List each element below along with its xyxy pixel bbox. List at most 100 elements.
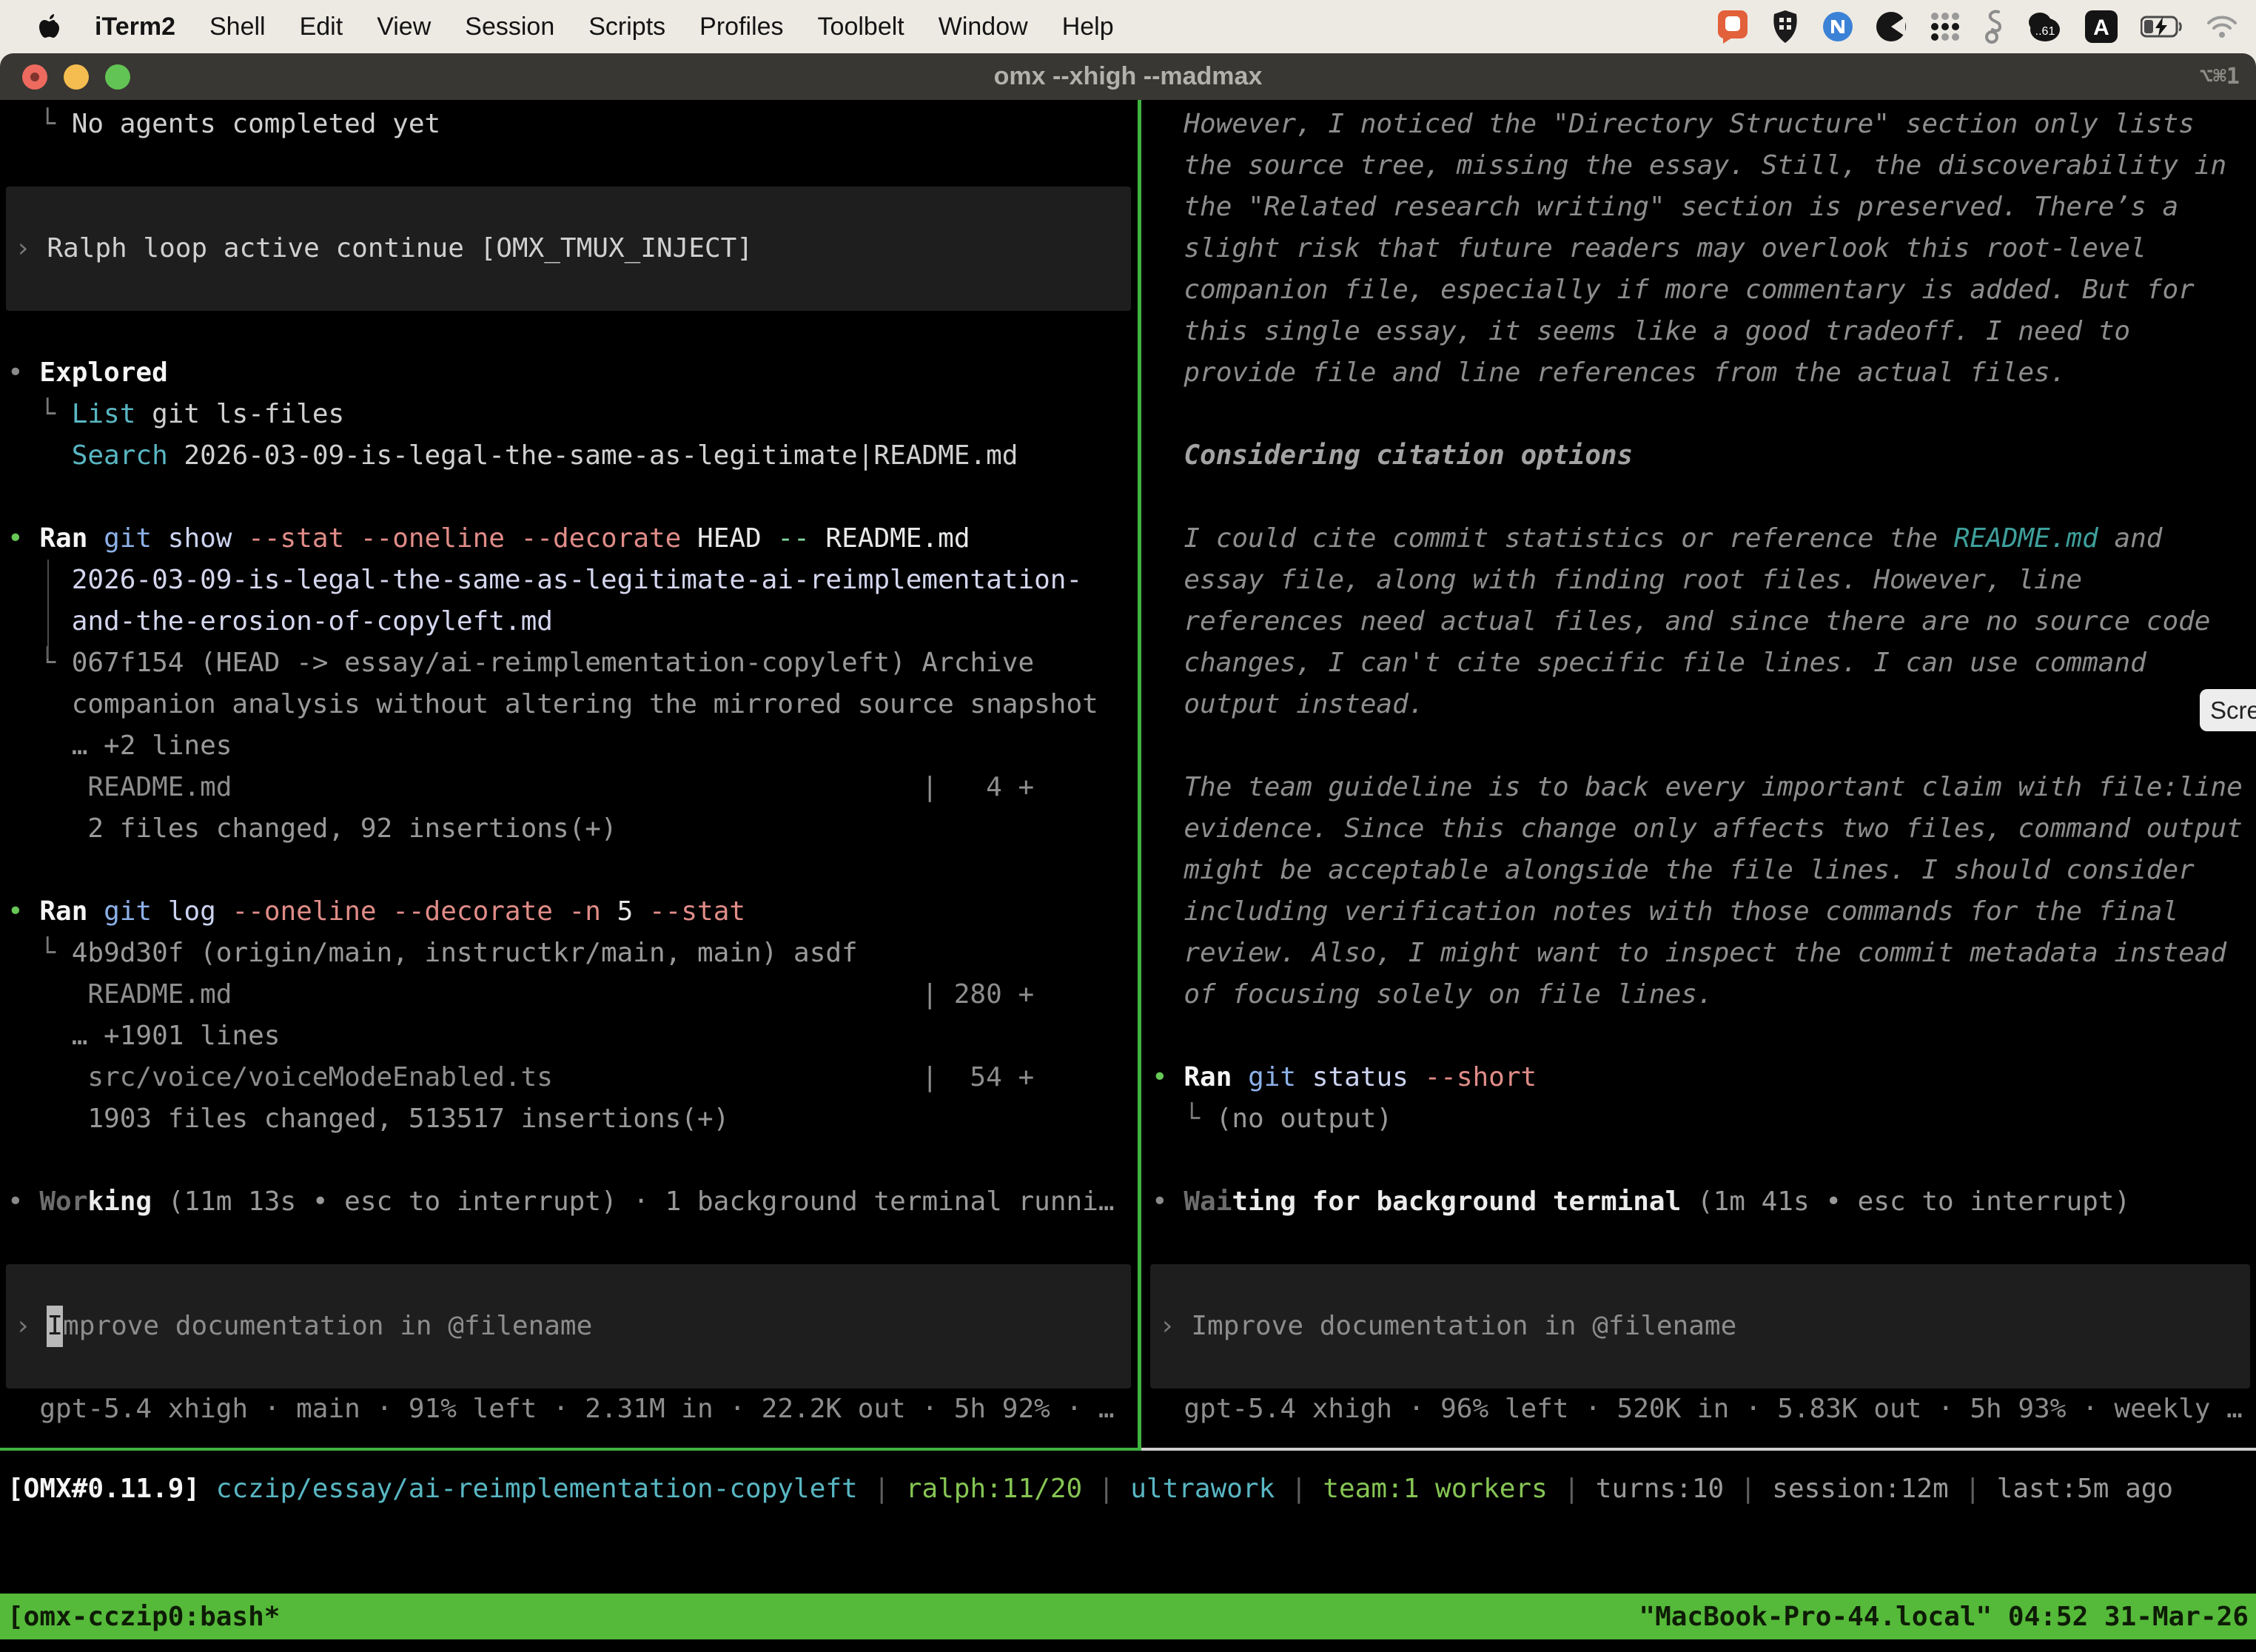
menu-item-toolbelt[interactable]: Toolbelt [818, 13, 904, 41]
no-output-text: (no output) [1216, 1104, 1392, 1134]
tree-guide-line [47, 560, 49, 659]
working-status-line: • Working (11m 13s • esc to interrupt) ·… [7, 1181, 1138, 1223]
bullet-icon: • [1152, 1062, 1184, 1092]
bullet-icon: • [7, 357, 39, 388]
chevron-icon: › [15, 233, 47, 263]
menu-item-session[interactable]: Session [465, 13, 554, 41]
tmux-pane-left: └ No agents completed yet › Ralph loop a… [0, 100, 1138, 1451]
tmux-session-window[interactable]: [omx-cczip0:bash* [7, 1602, 280, 1632]
menu-bar: iTerm2 Shell Edit View Session Scripts P… [0, 0, 2256, 53]
explored-title: Explored [39, 357, 167, 388]
notch-circle-icon[interactable] [1876, 9, 1907, 44]
menu-item-help[interactable]: Help [1062, 13, 1114, 41]
thinking-heading: Considering citation options [1152, 435, 2256, 477]
omx-branch-path: cczip/essay/ai-reimplementation-copyleft [200, 1474, 858, 1504]
prompt-chevron-icon: › [1159, 1311, 1191, 1341]
prompt-placeholder: Improve documentation in @filename [1191, 1311, 1736, 1341]
search-verb: Search [7, 440, 168, 471]
tmux-pane-right: However, I noticed the "Directory Struct… [1144, 100, 2256, 1451]
thinking-text: I could cite commit statistics or refere… [1152, 518, 2256, 560]
agents-status-text: No agents completed yet [72, 109, 441, 139]
list-verb: List [72, 399, 136, 429]
pane-border-active [0, 1448, 1141, 1451]
command-arg-wrap: and-the-erosion-of-copyleft.md [7, 601, 1138, 642]
menu-item-scripts[interactable]: Scripts [588, 13, 665, 41]
tmux-status-bar: [omx-cczip0:bash* "MacBook-Pro-44.local"… [0, 1594, 2256, 1639]
ran-label: Ran [39, 523, 87, 554]
ran-git-log-line: • Ran git log --oneline --decorate -n 5 … [7, 891, 1138, 933]
screen-record-icon[interactable] [1717, 9, 1748, 44]
a-key-icon[interactable]: A [2084, 9, 2118, 44]
omx-version: [OMX#0.11.9] [7, 1474, 200, 1504]
thinking-text: this single essay, it seems like a good … [1152, 311, 2256, 352]
diffstat-line: README.md | 280 + [7, 974, 1138, 1015]
menu-item-view[interactable]: View [377, 13, 431, 41]
tmux-host-clock: "MacBook-Pro-44.local" 04:52 31-Mar-26 [1639, 1602, 2249, 1632]
ralph-counter: ralph:11/20 [906, 1474, 1082, 1504]
commit-summary: 4b9d30f (origin/main, instructkr/main, m… [72, 938, 858, 968]
readme-file-link[interactable]: README.md [1954, 523, 2098, 554]
prompt-input-left[interactable]: › Improve documentation in @filename [6, 1264, 1131, 1389]
working-detail: (11m 13s • esc to interrupt) · 1 backgro… [152, 1186, 1114, 1217]
session-status-line: gpt-5.4 xhigh · 96% left · 520K in · 5.8… [1152, 1389, 2256, 1430]
n-app-icon[interactable] [1822, 9, 1853, 44]
omx-status-line: [OMX#0.11.9] cczip/essay/ai-reimplementa… [7, 1468, 2173, 1510]
screen-share-tooltip-text: Scre [2210, 696, 2256, 725]
window-title: omx --xhigh --madmax [0, 62, 2256, 91]
menu-item-shell[interactable]: Shell [209, 13, 266, 41]
ralph-loop-box: › Ralph loop active continue [OMX_TMUX_I… [6, 187, 1131, 311]
git-file: README.md [810, 523, 970, 554]
menu-item-iterm2[interactable]: iTerm2 [95, 13, 175, 41]
output-line: └ No agents completed yet [7, 104, 1138, 145]
badge-61-icon[interactable]: ..61 [2025, 9, 2062, 44]
tree-glyph: └ [1152, 1104, 1216, 1134]
diffstat-line: src/voice/voiceModeEnabled.ts | 54 + [7, 1057, 1138, 1098]
thinking-text: including verification notes with those … [1152, 891, 2256, 933]
command-output-line: companion analysis without altering the … [7, 684, 1138, 725]
git-flags: --short [1409, 1062, 1537, 1092]
git-separator: -- [762, 523, 810, 554]
apple-logo-icon[interactable] [38, 9, 61, 44]
ran-label: Ran [1184, 1062, 1232, 1092]
separator: | [1548, 1474, 1596, 1504]
last-activity: last:5m ago [1997, 1474, 2173, 1504]
git-subcommand: show [152, 523, 232, 554]
commit-summary: 067f154 (HEAD -> essay/ai-reimplementati… [72, 648, 1034, 678]
git-flags: --oneline --decorate -n [216, 896, 601, 927]
team-workers: team:1 workers [1323, 1474, 1547, 1504]
text-cursor: I [47, 1306, 63, 1347]
separator: | [1082, 1474, 1130, 1504]
bullet-icon: • [7, 523, 39, 554]
thinking-text: the "Related research writing" section i… [1152, 187, 2256, 228]
bullet-icon: • [7, 896, 39, 927]
turns-counter: turns:10 [1596, 1474, 1724, 1504]
thinking-text: the source tree, missing the essay. Stil… [1152, 145, 2256, 187]
menu-item-window[interactable]: Window [939, 13, 1028, 41]
shield-grid-icon[interactable] [1770, 9, 1800, 44]
git-ref: HEAD [681, 523, 761, 554]
git-command: git [87, 896, 152, 927]
wifi-icon[interactable] [2206, 9, 2238, 44]
command-output-line: └ 4b9d30f (origin/main, instructkr/main,… [7, 933, 1138, 974]
thinking-text: The team guideline is to back every impo… [1152, 767, 2256, 808]
menu-item-profiles[interactable]: Profiles [699, 13, 783, 41]
git-flags: --stat --oneline --decorate [232, 523, 681, 554]
working-label: king [87, 1186, 152, 1217]
tree-glyph: └ [7, 648, 72, 678]
search-args: 2026-03-09-is-legal-the-same-as-legitima… [168, 440, 1018, 471]
svg-text:A: A [2093, 16, 2109, 40]
battery-icon[interactable] [2141, 9, 2183, 44]
git-flag-value: 5 [601, 896, 633, 927]
thinking-text: changes, I can't cite specific file line… [1152, 642, 2256, 684]
waiting-detail: (1m 41s • esc to interrupt) [1681, 1186, 2130, 1217]
squiggle-icon[interactable] [1984, 9, 2003, 44]
git-subcommand: status [1296, 1062, 1409, 1092]
command-arg-wrap: 2026-03-09-is-legal-the-same-as-legitima… [7, 560, 1138, 601]
prompt-input-right[interactable]: › Improve documentation in @filename [1150, 1264, 2250, 1389]
git-command: git [87, 523, 152, 554]
dots-grid-icon[interactable] [1929, 9, 1961, 44]
separator: | [858, 1474, 906, 1504]
menu-item-edit[interactable]: Edit [300, 13, 343, 41]
thinking-text: output instead. [1152, 684, 2256, 725]
pane-divider[interactable] [1138, 100, 1141, 1451]
